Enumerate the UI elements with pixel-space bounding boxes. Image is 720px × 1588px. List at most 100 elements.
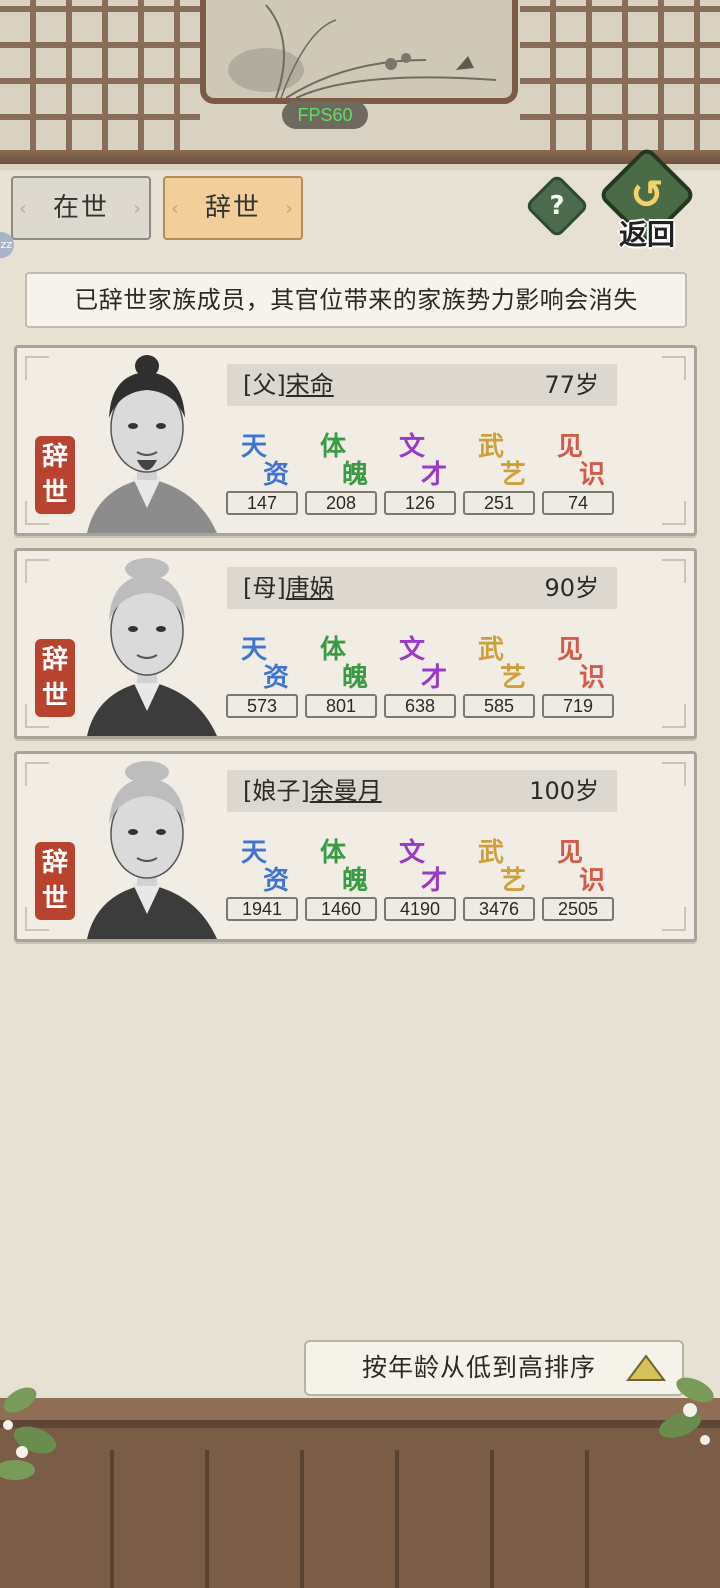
stat-label-char: 艺 (500, 460, 527, 490)
stat-label: 见识 (543, 426, 617, 490)
plank-divider (110, 1450, 114, 1588)
member-name-bar: [母]唐娲 90岁 (227, 567, 617, 609)
member-name-bar: [父]宋命 77岁 (227, 364, 617, 406)
member-age: 90岁 (544, 574, 599, 602)
portrait-female-icon (87, 558, 217, 736)
stat-value: 74 (542, 491, 614, 515)
stat-label-char: 艺 (500, 663, 527, 693)
card-corner (662, 704, 686, 728)
tab-ornament-right: › (285, 196, 295, 220)
lattice-right (520, 0, 720, 150)
stat-value: 1460 (305, 897, 377, 921)
deceased-stamp-text: 辞世 (41, 442, 68, 508)
plank-divider (585, 1450, 589, 1588)
tab-ornament-left: ‹ (19, 196, 29, 220)
plank-divider (205, 1450, 209, 1588)
member-age: 77岁 (544, 371, 599, 399)
stat-label-char: 识 (579, 866, 606, 896)
deceased-stamp: 辞世 (35, 842, 75, 920)
card-corner (25, 559, 49, 583)
member-card[interactable]: 辞世 [娘子]余曼月 100岁天资 1941 体魄 1460 文才 4190 武艺 3476 见识 2… (14, 751, 697, 942)
tab-deceased-label: 辞世 (204, 193, 261, 223)
member-card[interactable]: 辞世 [父]宋命 77岁天资 147 体魄 208 文才 126 武艺 251 见识 74 (14, 345, 697, 536)
fps-counter: FPS60 (282, 101, 368, 129)
stat-label-char: 才 (421, 460, 448, 490)
member-relation: [娘子] (243, 777, 310, 805)
stat-value: 719 (542, 694, 614, 718)
stat-label: 体魄 (306, 426, 380, 490)
tab-alive-label: 在世 (52, 193, 109, 223)
orchid-painting (200, 0, 518, 104)
stat-label: 见识 (543, 832, 617, 896)
stat-label: 文才 (385, 629, 459, 693)
card-corner (25, 356, 49, 380)
plant-right-icon (658, 1377, 714, 1445)
stat-label: 见识 (543, 629, 617, 693)
member-name-link[interactable]: 宋命 (286, 371, 334, 399)
member-card[interactable]: 辞世 [母]唐娲 90岁天资 573 体魄 801 文才 638 武艺 585 见识 719 (14, 548, 697, 739)
stat-label-char: 资 (263, 460, 290, 490)
portrait-male-icon (87, 355, 217, 533)
stat-label: 武艺 (464, 832, 538, 896)
portrait-female-icon (87, 761, 217, 939)
stat-value: 585 (463, 694, 535, 718)
stat-value: 208 (305, 491, 377, 515)
plank-divider (300, 1450, 304, 1588)
notice-banner: 已辞世家族成员，其官位带来的家族势力影响会消失 (25, 272, 687, 328)
stat-label-char: 魄 (342, 460, 369, 490)
stat-label-char: 资 (263, 866, 290, 896)
card-corner (662, 907, 686, 931)
member-name-label: [娘子]余曼月 (243, 770, 382, 812)
member-name-label: [母]唐娲 (243, 567, 334, 609)
tab-ornament-right: › (133, 196, 143, 220)
stat-label: 天资 (227, 426, 301, 490)
stat-label: 天资 (227, 629, 301, 693)
member-relation: [父] (243, 371, 286, 399)
beam (0, 150, 720, 164)
card-corner (25, 762, 49, 786)
stat-value: 801 (305, 694, 377, 718)
card-corner (662, 501, 686, 525)
side-sleep-badge[interactable]: zz (0, 232, 14, 258)
deceased-stamp-text: 辞世 (41, 848, 68, 914)
bottom-shelf (0, 1398, 720, 1588)
sort-label: 按年龄从低到高排序 (362, 1353, 597, 1382)
stat-label: 文才 (385, 426, 459, 490)
stat-label-char: 识 (579, 663, 606, 693)
deceased-stamp: 辞世 (35, 639, 75, 717)
tab-deceased[interactable]: ‹ 辞世 › (163, 176, 303, 240)
deceased-stamp: 辞世 (35, 436, 75, 514)
card-corner (662, 762, 686, 786)
card-corner (662, 356, 686, 380)
stat-value: 1941 (226, 897, 298, 921)
stat-value: 147 (226, 491, 298, 515)
top-decoration (0, 0, 720, 170)
member-name-link[interactable]: 余曼月 (310, 777, 382, 805)
member-name-label: [父]宋命 (243, 364, 334, 406)
member-relation: [母] (243, 574, 286, 602)
stat-label: 武艺 (464, 426, 538, 490)
tab-ornament-left: ‹ (171, 196, 181, 220)
stat-label-char: 艺 (500, 866, 527, 896)
back-button-label[interactable]: 返回 (607, 213, 687, 253)
stat-label-char: 魄 (342, 866, 369, 896)
stat-value: 573 (226, 694, 298, 718)
stat-value: 638 (384, 694, 456, 718)
member-name-link[interactable]: 唐娲 (286, 574, 334, 602)
plank-divider (395, 1450, 399, 1588)
stat-label-char: 资 (263, 663, 290, 693)
stat-label: 武艺 (464, 629, 538, 693)
stat-label-char: 魄 (342, 663, 369, 693)
plant-left-icon (0, 1387, 57, 1480)
stat-value: 3476 (463, 897, 535, 921)
stat-label-char: 才 (421, 663, 448, 693)
stat-label: 天资 (227, 832, 301, 896)
stat-value: 2505 (542, 897, 614, 921)
stat-label-char: 识 (579, 460, 606, 490)
stat-label-char: 才 (421, 866, 448, 896)
question-mark-icon[interactable]: ? (534, 183, 580, 229)
member-age: 100岁 (529, 777, 599, 805)
deceased-stamp-text: 辞世 (41, 645, 68, 711)
tab-alive[interactable]: ‹ 在世 › (11, 176, 151, 240)
sort-by-age-button[interactable]: 按年龄从低到高排序 (304, 1340, 684, 1396)
